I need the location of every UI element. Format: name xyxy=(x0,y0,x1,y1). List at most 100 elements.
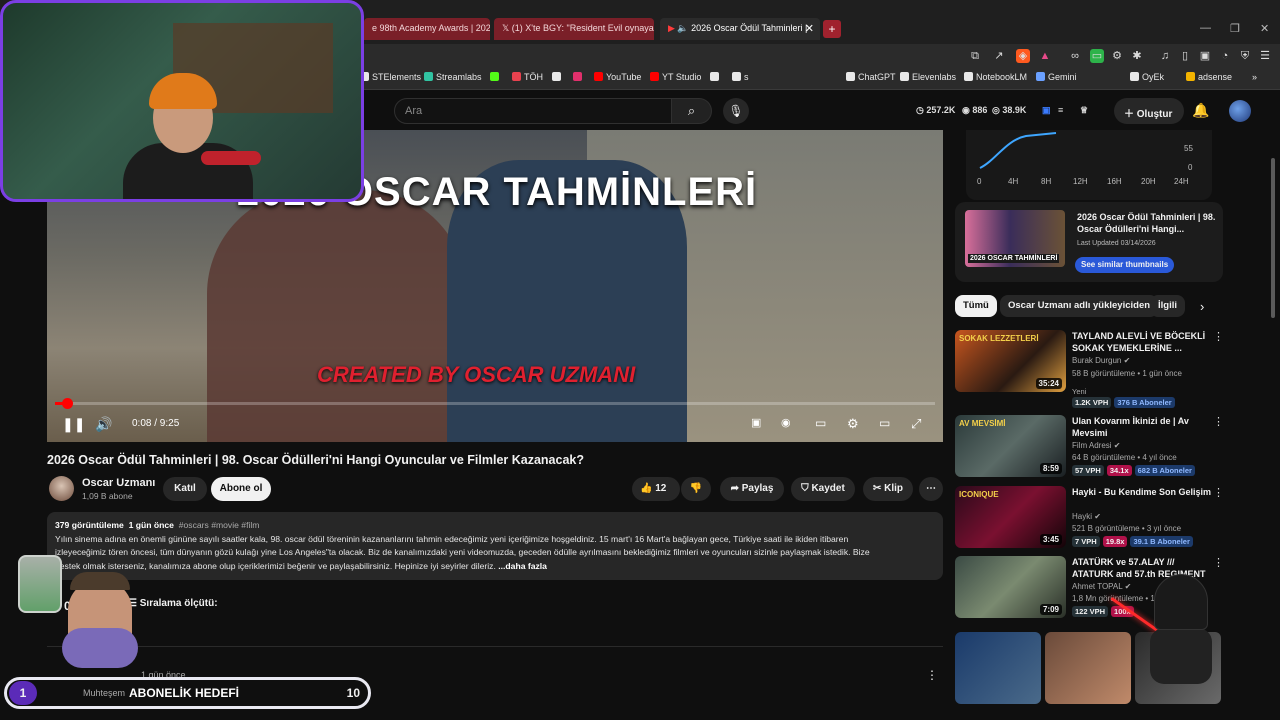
more-options-icon[interactable]: ⋮ xyxy=(1213,415,1224,428)
dislike-button[interactable]: 👎 xyxy=(681,477,711,501)
comment-options-icon[interactable]: ⋮ xyxy=(926,668,938,682)
extension-green-icon[interactable]: ▭ xyxy=(1090,49,1104,63)
extension-puzzle-icon[interactable]: ⚙ xyxy=(1110,49,1124,63)
chip-all[interactable]: Tümü xyxy=(955,295,997,317)
trophy-icon[interactable]: ♕ xyxy=(1080,105,1088,116)
bookmark-tiktok[interactable] xyxy=(710,72,722,82)
rec-thumb-a[interactable] xyxy=(955,632,1041,704)
bookmark-opera[interactable]: ChatGPT xyxy=(846,72,896,82)
search-input[interactable]: Ara xyxy=(394,98,672,124)
join-button[interactable]: Katıl xyxy=(163,477,207,501)
bookmark-instagram[interactable] xyxy=(573,72,585,82)
bookmark-gemini[interactable]: adsense xyxy=(1186,72,1232,82)
bookmark-elevenlabs[interactable]: Gemini xyxy=(1036,72,1077,82)
voice-search-button[interactable]: 🎙 xyxy=(723,98,749,124)
bookmark-notebooklm[interactable]: OyEk xyxy=(1130,72,1164,82)
brave-shield-icon[interactable]: ◈ xyxy=(1016,49,1030,63)
rec-thumb-b[interactable] xyxy=(1045,632,1131,704)
recommendation-title[interactable]: TAYLAND ALEVLİ VE BÖCEKLİ SOKAK YEMEKLER… xyxy=(1072,330,1212,354)
recommendation-title[interactable]: Hayki - Bu Kendime Son Gelişim xyxy=(1072,486,1212,498)
close-tab-icon[interactable]: ✕ xyxy=(805,22,814,35)
subtitles-icon[interactable]: ▭ xyxy=(815,416,826,430)
bookmark-streamlabs[interactable]: Streamlabs xyxy=(424,72,482,82)
recommendation-thumbnail[interactable]: 7:09 xyxy=(955,556,1066,618)
extension-glasses-icon[interactable]: ∞ xyxy=(1068,49,1082,63)
recommendation-item[interactable]: SOKAK LEZZETLERİ 35:24 TAYLAND ALEVLİ VE B… xyxy=(955,330,1225,408)
thumbnail-preview[interactable]: 2026 OSCAR TAHMİNLERİ xyxy=(965,210,1065,267)
recommendation-thumbnail[interactable]: ICONIQUE 3:45 xyxy=(955,486,1066,548)
list-icon[interactable]: ≡ xyxy=(1058,105,1063,115)
progress-bar[interactable] xyxy=(55,398,935,409)
scrollbar-thumb[interactable] xyxy=(1271,158,1275,318)
wallet-icon[interactable]: ▣ xyxy=(1198,49,1212,63)
recommendation-channel[interactable]: Film Adresi ✔ xyxy=(1072,441,1121,450)
autoplay-icon[interactable]: ◉ xyxy=(781,416,791,429)
chip-from-uploader[interactable]: Oscar Uzmanı adlı yükleyiciden xyxy=(1000,295,1159,317)
recommendation-item[interactable]: ICONIQUE 3:45 Hayki - Bu Kendime Son Geliş… xyxy=(955,486,1225,552)
search-button[interactable]: ⌕ xyxy=(672,98,712,124)
recommendation-channel[interactable]: Hayki ✔ xyxy=(1072,512,1101,521)
sidebar-icon[interactable]: ▯ xyxy=(1178,49,1192,63)
fullscreen-icon[interactable]: ⤢ xyxy=(911,416,921,432)
settings-icon[interactable]: ⚙ xyxy=(847,416,859,432)
notifications-icon[interactable]: 🔔 xyxy=(1192,102,1209,119)
see-similar-thumbnails-button[interactable]: See similar thumbnails xyxy=(1075,257,1175,273)
restore-icon[interactable]: ❐ xyxy=(1230,22,1240,35)
vidiq-icon[interactable]: ▣ xyxy=(1042,105,1051,116)
vpn-icon[interactable]: ◔ xyxy=(1218,49,1232,63)
recommendation-thumbnail[interactable]: AV MEVSİMİ 8:59 xyxy=(955,415,1066,477)
clip-button[interactable]: ✂ Klip xyxy=(863,477,913,501)
recommendation-title[interactable]: Ulan Kovarım İkinizi de | Av Mevsimi xyxy=(1072,415,1212,439)
save-button[interactable]: ⛉ Kaydet xyxy=(791,477,855,501)
tab-youtube-active[interactable]: ▶ 🔈 2026 Oscar Ödül Tahminleri | ✕ xyxy=(660,18,820,40)
more-bookmarks-icon[interactable]: » xyxy=(1252,72,1257,82)
create-button[interactable]: ＋ Oluştur xyxy=(1114,98,1184,124)
share-icon[interactable]: ↗ xyxy=(992,49,1006,63)
progress-knob[interactable] xyxy=(62,398,74,409)
shield-icon[interactable]: ⛨ xyxy=(1238,49,1252,63)
tab-academy-awards[interactable]: e 98th Academy Awards | 2026 xyxy=(364,18,490,40)
bookmark-youtube[interactable]: YouTube xyxy=(594,72,641,82)
description-box[interactable]: 379 görüntüleme 1 gün önce #oscars #movi… xyxy=(47,512,943,580)
show-more-link[interactable]: ...daha fazla xyxy=(498,561,547,571)
share-button[interactable]: ➦ Paylaş xyxy=(720,477,784,501)
chevron-right-icon[interactable]: › xyxy=(1200,299,1204,314)
bookmark-ste[interactable]: STElements xyxy=(360,72,421,82)
more-options-icon[interactable]: ⋮ xyxy=(1213,330,1224,343)
theater-mode-icon[interactable]: ▭ xyxy=(879,416,890,430)
bookmark-tiktok-s[interactable]: s xyxy=(732,72,749,82)
more-actions-button[interactable]: ⋯ xyxy=(919,477,943,501)
menu-icon[interactable]: ☰ xyxy=(1258,49,1272,63)
bookmark-yt-studio[interactable]: YT Studio xyxy=(650,72,701,82)
page-scrollbar[interactable] xyxy=(1270,130,1276,720)
bookmark-dingtalk[interactable]: Elevenlabs xyxy=(900,72,956,82)
tab-x-post[interactable]: 𝕏 (1) X'te BGY: "Resident Evil oynayan xyxy=(494,18,654,40)
account-avatar[interactable] xyxy=(1229,100,1251,122)
hashtags[interactable]: #oscars #movie #film xyxy=(179,520,260,530)
recommendation-item[interactable]: AV MEVSİMİ 8:59 Ulan Kovarım İkinizi de | … xyxy=(955,415,1225,481)
bookmark-chatgpt[interactable]: NotebookLM xyxy=(964,72,1027,82)
channel-name[interactable]: Oscar Uzmanı xyxy=(82,477,155,489)
sort-comments-button[interactable]: ☰ Sıralama ölçütü: xyxy=(128,598,218,609)
new-tab-button[interactable]: + xyxy=(823,20,841,38)
open-external-icon[interactable]: ⧉ xyxy=(968,49,982,63)
minimize-icon[interactable]: — xyxy=(1200,22,1211,34)
chip-related[interactable]: İlgili xyxy=(1150,295,1185,317)
media-icon[interactable]: ♫ xyxy=(1158,49,1172,63)
pause-icon[interactable]: ❚❚ xyxy=(62,416,85,433)
brave-rewards-icon[interactable]: ▲ xyxy=(1038,49,1052,63)
extensions-icon[interactable]: ✱ xyxy=(1130,49,1144,63)
bookmark-x[interactable] xyxy=(552,72,564,82)
more-options-icon[interactable]: ⋮ xyxy=(1213,556,1224,569)
like-button[interactable]: 👍 12 xyxy=(632,477,680,501)
channel-avatar[interactable] xyxy=(49,476,74,501)
recommendation-thumbnail[interactable]: SOKAK LEZZETLERİ 35:24 xyxy=(955,330,1066,392)
vidiq-player-icon[interactable]: ▣ xyxy=(751,416,761,429)
recommendation-channel[interactable]: Burak Durgun ✔ xyxy=(1072,356,1130,365)
more-options-icon[interactable]: ⋮ xyxy=(1213,486,1224,499)
bookmark-toh[interactable]: TÖH xyxy=(512,72,543,82)
recommendation-channel[interactable]: Ahmet TOPAL ✔ xyxy=(1072,582,1131,591)
bookmark-kick[interactable] xyxy=(490,72,502,82)
volume-icon[interactable]: 🔊 xyxy=(95,416,112,433)
window-close-icon[interactable]: ✕ xyxy=(1260,22,1269,35)
